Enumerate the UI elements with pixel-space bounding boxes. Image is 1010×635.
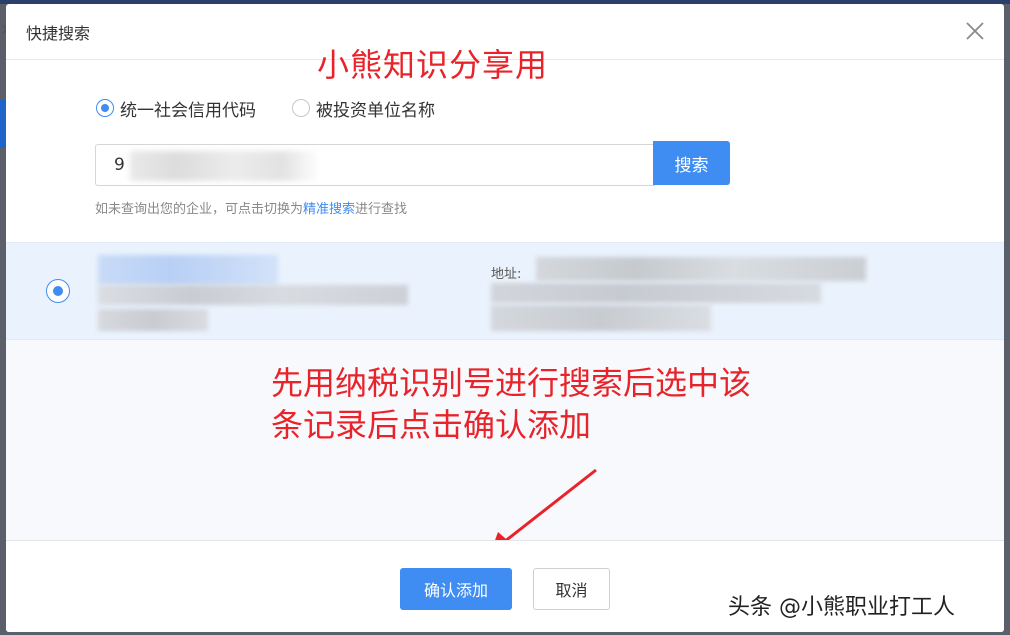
radio-checked-icon [96, 99, 114, 117]
search-hint: 如未查询出您的企业，可点击切换为精准搜索进行查找 [95, 198, 407, 217]
radio-unchecked-icon [292, 99, 310, 117]
redacted-info [98, 285, 408, 305]
watermark: 头条 @小熊职业打工人 [728, 595, 955, 620]
radio-investee-name[interactable]: 被投资单位名称 [292, 96, 435, 121]
radio-credit-code-label: 统一社会信用代码 [120, 100, 256, 121]
annotation-instruction: 先用纳税识别号进行搜索后选中该 条记录后点击确认添加 [271, 362, 751, 446]
address-label: 地址: [491, 267, 522, 282]
redacted-blur [130, 151, 320, 181]
close-icon[interactable] [964, 20, 986, 42]
result-radio-checked-icon[interactable] [46, 279, 70, 303]
redacted-info [491, 305, 711, 331]
confirm-add-button[interactable]: 确认添加 [400, 568, 512, 610]
redacted-info [491, 283, 821, 303]
redacted-info [98, 309, 208, 331]
annotation-top: 小熊知识分享用 [317, 46, 549, 84]
cancel-button[interactable]: 取消 [533, 568, 610, 610]
radio-investee-name-label: 被投资单位名称 [316, 100, 435, 121]
search-input[interactable]: 9 [95, 144, 655, 186]
dialog-title: 快捷搜索 [26, 24, 91, 43]
search-type-radio-group: 统一社会信用代码 被投资单位名称 [96, 96, 471, 121]
quick-search-dialog: 快捷搜索 小熊知识分享用 统一社会信用代码 被投资单位名称 9 搜索 如未查询出… [6, 4, 1004, 632]
annotation-line-1: 先用纳税识别号进行搜索后选中该 [271, 364, 752, 402]
precise-search-link[interactable]: 精准搜索 [303, 202, 355, 217]
redacted-address [536, 257, 866, 281]
result-row[interactable]: 地址: [6, 242, 1004, 340]
hint-prefix: 如未查询出您的企业，可点击切换为 [95, 202, 304, 217]
search-input-value: 9 [114, 155, 125, 175]
hint-suffix: 进行查找 [355, 202, 408, 217]
search-button[interactable]: 搜索 [653, 141, 730, 185]
redacted-company-name [98, 255, 278, 285]
radio-credit-code[interactable]: 统一社会信用代码 [96, 96, 256, 121]
dialog-footer: 确认添加 取消 头条 @小熊职业打工人 [6, 540, 1004, 632]
annotation-line-2: 条记录后点击确认添加 [271, 406, 592, 444]
